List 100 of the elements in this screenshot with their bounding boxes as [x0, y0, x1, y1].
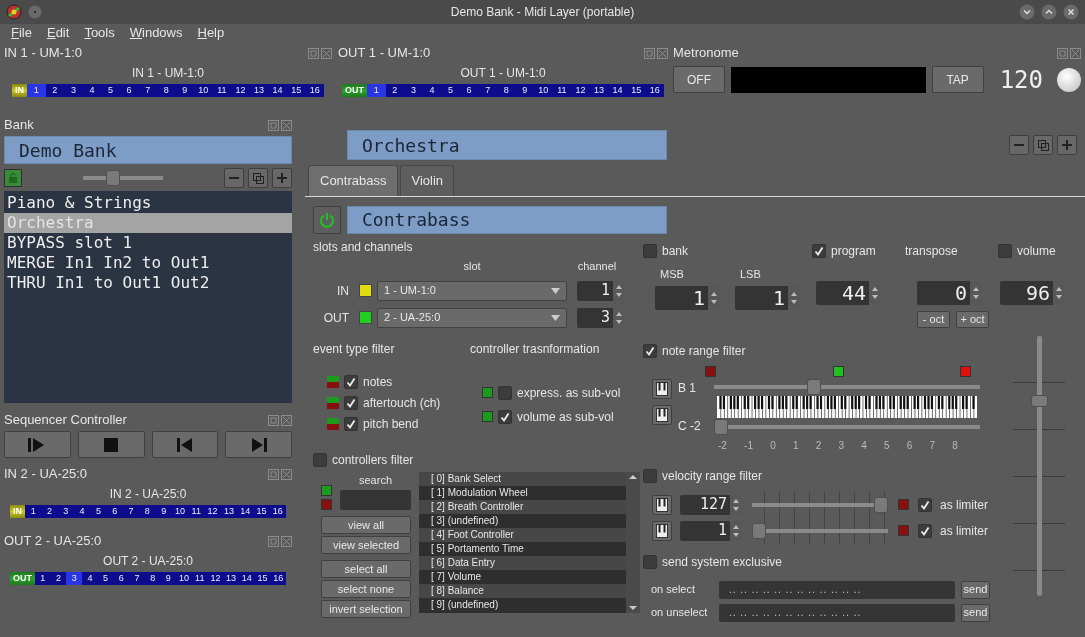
checkbox[interactable] [998, 243, 1012, 258]
filter-action-button[interactable]: view all [321, 516, 411, 534]
minimize-icon[interactable] [1019, 4, 1035, 20]
remove-button[interactable] [1009, 135, 1029, 155]
sysex-field[interactable]: .. .. .. .. .. .. .. .. .. .. .. .. [719, 603, 955, 622]
spin-box[interactable]: 3 [577, 307, 625, 328]
pin-icon[interactable] [28, 5, 42, 19]
slider-thumb[interactable] [874, 496, 888, 513]
add-button[interactable] [272, 168, 292, 188]
list-item[interactable]: MERGE In1 In2 to Out1 [4, 253, 292, 273]
spin-box[interactable]: 1 [577, 280, 625, 301]
spin-box[interactable]: 1 [655, 286, 720, 310]
send-button[interactable]: send [961, 603, 990, 622]
duplicate-button[interactable] [1033, 135, 1053, 155]
float-icon[interactable] [268, 468, 279, 480]
keyboard-button[interactable] [652, 378, 672, 399]
indicator-icon [321, 499, 332, 510]
skip-back-button[interactable] [151, 431, 219, 458]
keyboard-button[interactable] [652, 404, 672, 425]
checkmark-icon [346, 376, 356, 387]
checkbox[interactable] [313, 452, 327, 467]
spin-box[interactable]: 44 [816, 280, 881, 305]
menu-item[interactable]: Edit [46, 23, 70, 43]
controller-item[interactable]: [ 0] Bank Select [419, 471, 626, 486]
checkbox[interactable] [643, 343, 657, 358]
channel-cell-text: 7 [133, 572, 141, 585]
slider-thumb[interactable] [752, 522, 766, 539]
menu-item[interactable]: File [11, 23, 32, 43]
octave-button[interactable]: - oct [917, 310, 950, 328]
search-field[interactable] [340, 490, 411, 510]
float-icon[interactable] [268, 535, 279, 547]
tap-button[interactable]: TAP [931, 66, 984, 93]
channel-cell-text: 2 [55, 572, 63, 585]
filter-action-button[interactable]: view selected [321, 536, 411, 554]
octave-button[interactable]: + oct [956, 310, 989, 328]
checkbox[interactable] [344, 374, 358, 389]
checkbox[interactable] [643, 468, 657, 483]
lock-button[interactable] [4, 169, 22, 187]
list-item[interactable]: BYPASS slot 1 [4, 233, 292, 253]
spin-box[interactable]: 127 [680, 494, 742, 515]
spin-box[interactable]: 0 [917, 280, 982, 305]
field-label: on select [651, 582, 697, 598]
keyboard-button[interactable] [652, 494, 672, 515]
spin-box[interactable]: 96 [1000, 280, 1065, 305]
float-icon[interactable] [1057, 47, 1068, 59]
stop-button[interactable] [77, 431, 145, 458]
layer-name-field[interactable]: Orchestra [347, 130, 667, 160]
checkbox[interactable] [918, 497, 932, 512]
slider-thumb[interactable] [106, 170, 121, 186]
channel-cell-text: 12 [234, 84, 247, 97]
add-button[interactable] [1057, 135, 1077, 155]
checkbox[interactable] [498, 409, 512, 424]
tab[interactable]: Contrabass [308, 165, 399, 196]
port-label: OUT 1 - UM-1:0 [459, 65, 547, 82]
menu-item[interactable]: Windows [129, 23, 183, 43]
port-dropdown[interactable]: 2 - UA-25:0 [377, 307, 567, 328]
filter-action-button[interactable]: select none [321, 580, 411, 598]
float-icon[interactable] [268, 414, 279, 426]
filter-action-button[interactable]: invert selection [321, 600, 411, 618]
menu-item[interactable]: Tools [84, 23, 115, 43]
tab[interactable]: Violin [400, 165, 455, 196]
checkbox[interactable] [812, 243, 826, 258]
checkbox[interactable] [918, 523, 932, 538]
float-icon[interactable] [268, 119, 279, 131]
float-icon[interactable] [644, 47, 655, 59]
port-label: IN 2 - UA-25:0 [108, 486, 188, 503]
channel-cell-text: 4 [86, 572, 94, 585]
menu-item[interactable]: Help [197, 23, 225, 43]
slot-name-field[interactable]: Contrabass [347, 205, 667, 234]
checkbox[interactable] [344, 416, 358, 431]
tempo-knob[interactable] [1057, 67, 1081, 92]
send-button[interactable]: send [961, 580, 990, 599]
skip-forward-button[interactable] [225, 431, 292, 458]
maximize-icon[interactable] [1041, 4, 1057, 20]
list-item[interactable]: Piano & Strings [4, 193, 292, 213]
port-dropdown[interactable]: 1 - UM-1:0 [377, 280, 567, 301]
route-label: IN [337, 282, 350, 300]
slider-thumb[interactable] [1030, 395, 1048, 407]
duplicate-button[interactable] [248, 168, 268, 188]
remove-button[interactable] [224, 168, 244, 188]
spin-box[interactable]: 1 [680, 520, 742, 541]
toggle-button[interactable]: OFF [673, 66, 725, 93]
play-button[interactable] [4, 431, 71, 458]
checkbox[interactable] [643, 554, 657, 569]
bank-name-field[interactable]: Demo Bank [4, 136, 292, 164]
spin-box[interactable]: 1 [735, 286, 800, 310]
float-icon[interactable] [308, 47, 319, 59]
keyboard-button[interactable] [652, 520, 672, 541]
checkbox[interactable] [643, 243, 657, 258]
list-item[interactable]: THRU In1 to Out1 Out2 [4, 273, 292, 293]
close-icon[interactable] [1063, 4, 1079, 20]
checkbox[interactable] [344, 395, 358, 410]
filter-action-button[interactable]: select all [321, 560, 411, 578]
slider-thumb[interactable] [714, 418, 728, 435]
channel-cell-text: 14 [271, 84, 284, 97]
checkbox[interactable] [498, 385, 512, 400]
channel-cell-text: 15 [290, 84, 303, 97]
power-button[interactable] [313, 205, 341, 234]
slider-thumb[interactable] [807, 378, 822, 395]
sysex-field[interactable]: .. .. .. .. .. .. .. .. .. .. .. .. [719, 580, 955, 599]
